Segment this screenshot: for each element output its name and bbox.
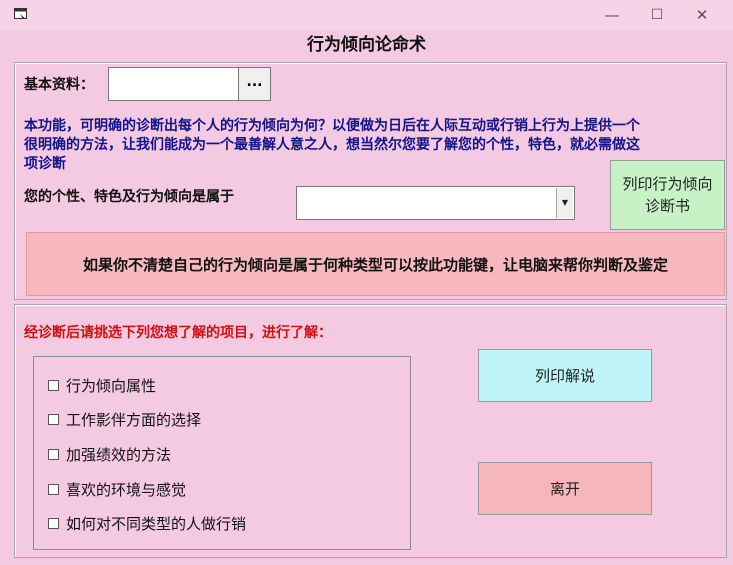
- print-explain-button[interactable]: 列印解说: [478, 349, 652, 402]
- app-window-icon: [14, 8, 27, 19]
- feature-description: 本功能，可明确的诊断出每个人的行为倾向为何？以便做为日后在人际互动或行销上行为上…: [24, 118, 640, 172]
- personality-label: 您的个性、特色及行为倾向是属于: [24, 189, 234, 205]
- form-title: 行为倾向论命术: [307, 35, 426, 55]
- minimize-button[interactable]: —: [600, 4, 624, 26]
- option-label: 行为倾向属性: [66, 376, 157, 395]
- basic-info-label: 基本资料：: [24, 77, 94, 93]
- banner-text: 如果你不清楚自己的行为倾向是属于何种类型可以按此功能键，让电脑来帮你判断及鉴定: [82, 255, 668, 274]
- print-report-button[interactable]: 列印行为倾向诊断书: [610, 160, 725, 230]
- checkbox[interactable]: [48, 379, 59, 391]
- print-report-label: 列印行为倾向诊断书: [622, 175, 713, 215]
- option-label: 喜欢的环境与感觉: [66, 480, 187, 499]
- checkbox[interactable]: [48, 483, 59, 495]
- option-label: 如何对不同类型的人做行销: [66, 514, 247, 533]
- option-row[interactable]: 如何对不同类型的人做行销: [48, 513, 246, 533]
- leave-label: 离开: [549, 480, 580, 498]
- checkbox[interactable]: [48, 413, 59, 425]
- option-label: 加强绩效的方法: [66, 445, 172, 464]
- print-explain-label: 列印解说: [534, 367, 595, 385]
- close-button[interactable]: ✕: [690, 4, 714, 26]
- title-bar: — ☐ ✕: [0, 0, 733, 30]
- option-row[interactable]: 喜欢的环境与感觉: [48, 479, 186, 499]
- option-row[interactable]: 加强绩效的方法: [48, 444, 171, 464]
- maximize-button[interactable]: ☐: [645, 4, 669, 26]
- option-row[interactable]: 行为倾向属性: [48, 375, 156, 395]
- basic-info-input[interactable]: [108, 67, 239, 101]
- leave-button[interactable]: 离开: [478, 462, 652, 515]
- option-row[interactable]: 工作影伴方面的选择: [48, 409, 201, 429]
- auto-diagnose-banner[interactable]: 如果你不清楚自己的行为倾向是属于何种类型可以按此功能键，让电脑来帮你判断及鉴定: [26, 232, 725, 296]
- personality-select[interactable]: ▼: [296, 186, 575, 220]
- app-window: — ☐ ✕ 行为倾向论命术 基本资料： ... 本功能，可明确的诊断出每个人的行…: [0, 0, 733, 565]
- checkbox[interactable]: [48, 448, 59, 460]
- browse-button[interactable]: ...: [238, 67, 271, 101]
- option-label: 工作影伴方面的选择: [66, 410, 202, 429]
- chevron-down-icon[interactable]: ▼: [556, 188, 573, 218]
- section-heading: 经诊断后请挑选下列您想了解的项目，进行了解：: [24, 325, 332, 341]
- checkbox[interactable]: [48, 517, 59, 529]
